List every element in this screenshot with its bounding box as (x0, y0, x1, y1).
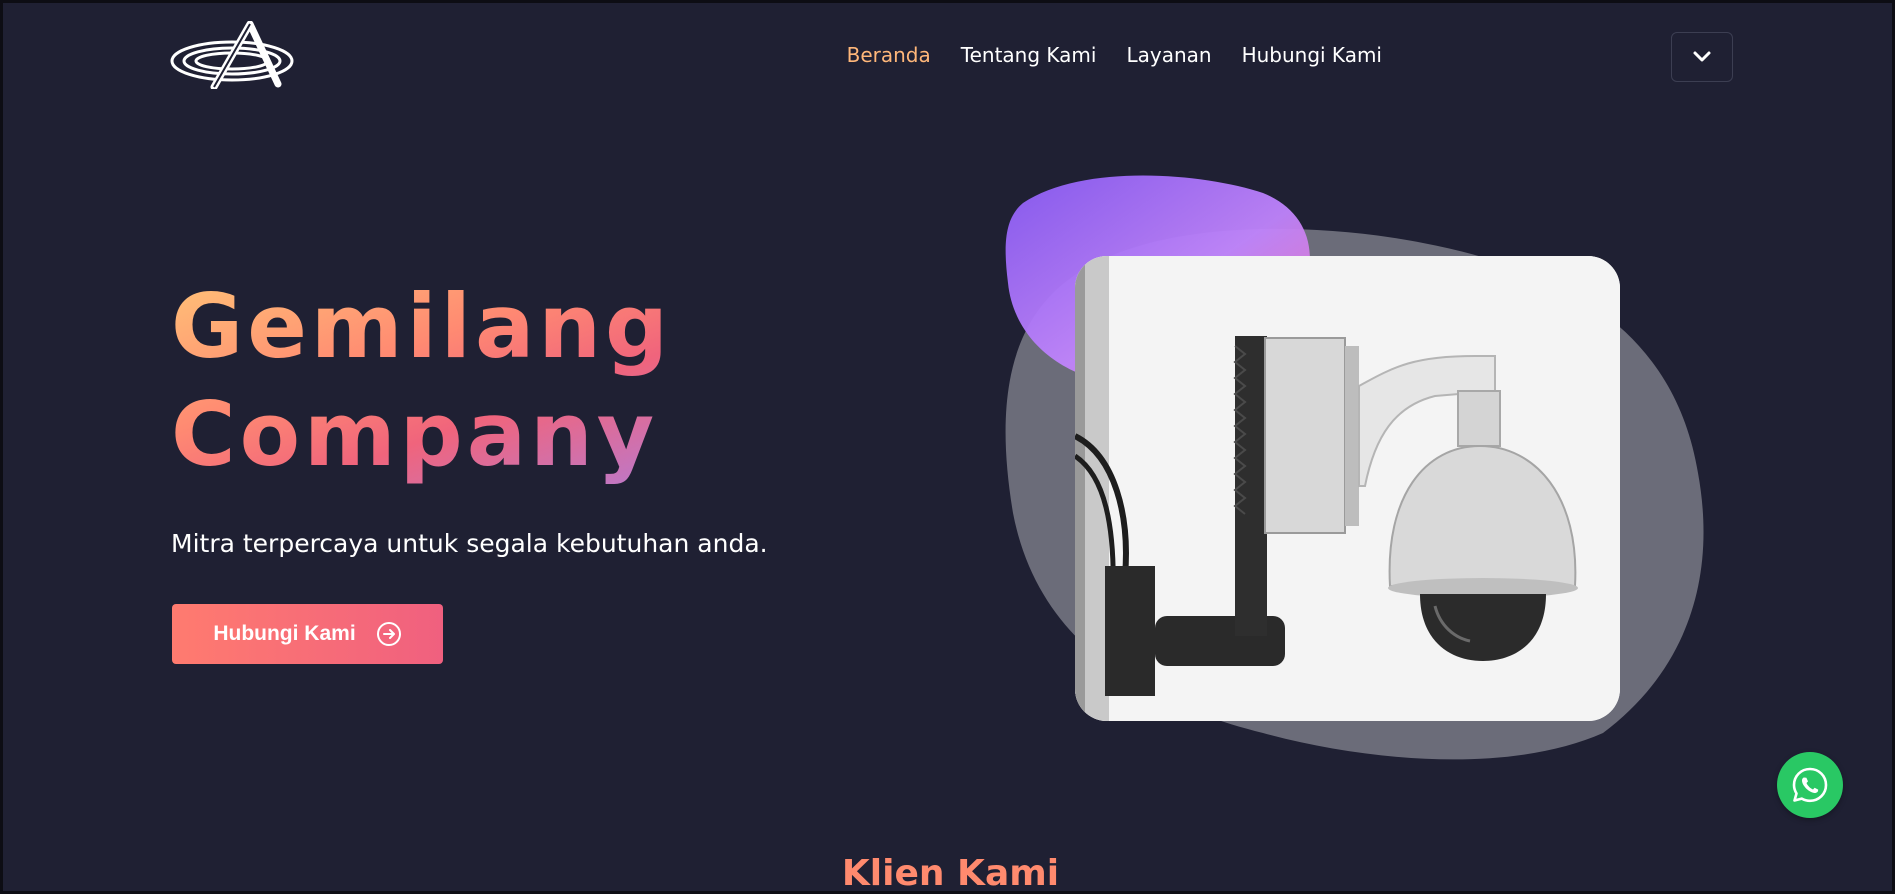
hero-title: Gemilang Company (171, 273, 672, 489)
clients-section-title: Klien Kami (841, 853, 1060, 894)
chevron-down-icon (1693, 51, 1711, 62)
security-camera-illustration (1075, 256, 1620, 721)
contact-us-button-label: Hubungi Kami (213, 622, 356, 645)
nav-item-hubungi-kami[interactable]: Hubungi Kami (1242, 43, 1382, 67)
whatsapp-floating-button[interactable] (1777, 752, 1843, 818)
hero-tagline: Mitra terpercaya untuk segala kebutuhan … (171, 529, 768, 558)
nav-dropdown-toggle[interactable] (1671, 32, 1733, 82)
contact-us-button[interactable]: Hubungi Kami (172, 604, 443, 664)
nav-item-beranda[interactable]: Beranda (847, 43, 931, 67)
hero-title-line-2: Company (171, 383, 659, 486)
hero-title-line-1: Gemilang (171, 275, 672, 378)
company-logo-icon[interactable] (170, 21, 296, 89)
security-camera-photo (1075, 256, 1620, 721)
nav-item-layanan[interactable]: Layanan (1126, 43, 1211, 67)
whatsapp-icon (1792, 767, 1828, 803)
arrow-right-circle-icon (376, 622, 401, 646)
nav-item-tentang-kami[interactable]: Tentang Kami (961, 43, 1097, 67)
main-nav: Beranda Tentang Kami Layanan Hubungi Kam… (847, 43, 1382, 67)
